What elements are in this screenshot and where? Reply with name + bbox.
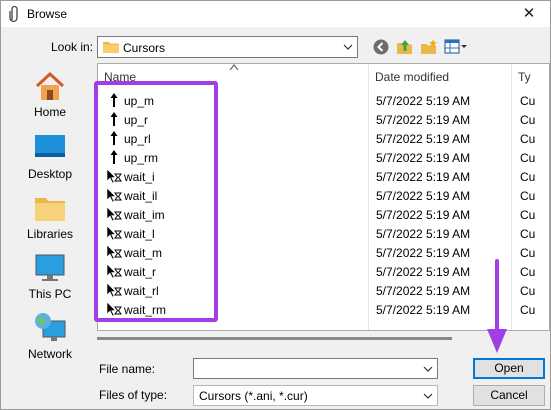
file-date: 5/7/2022 5:19 AM [376, 208, 471, 222]
file-name-input[interactable] [193, 358, 438, 379]
file-date: 5/7/2022 5:19 AM [376, 189, 471, 203]
up-folder-icon[interactable] [396, 38, 414, 56]
file-type: Cu [520, 227, 536, 241]
new-folder-icon[interactable] [420, 38, 438, 56]
place-libraries-label: Libraries [26, 227, 74, 241]
place-desktop[interactable]: Desktop [9, 131, 91, 189]
file-date: 5/7/2022 5:19 AM [376, 151, 471, 165]
place-this-pc[interactable]: This PC [9, 251, 91, 309]
look-in-label: Look in: [51, 40, 94, 54]
place-home[interactable]: Home [9, 69, 91, 127]
look-in-value: Cursors [123, 41, 166, 55]
folder-icon [103, 42, 119, 53]
highlight-box [94, 81, 218, 322]
look-in-combo[interactable]: Cursors [97, 36, 358, 58]
back-icon[interactable] [372, 38, 390, 56]
files-of-type-combo[interactable]: Cursors (*.ani, *.cur) [193, 385, 438, 406]
file-date: 5/7/2022 5:19 AM [376, 113, 471, 127]
title-bar: Browse ✕ [1, 1, 550, 27]
file-date: 5/7/2022 5:19 AM [376, 132, 471, 146]
view-menu-icon[interactable] [444, 38, 468, 56]
close-button[interactable]: ✕ [514, 4, 544, 24]
horizontal-scrollbar[interactable] [97, 337, 452, 340]
places-bar: Home Desktop Libraries This PC Network [9, 63, 91, 385]
file-date: 5/7/2022 5:19 AM [376, 170, 471, 184]
chevron-down-icon [343, 44, 353, 50]
desktop-icon [35, 135, 65, 157]
annotation-arrow-icon [487, 259, 507, 353]
place-network[interactable]: Network [9, 311, 91, 369]
paperclip-icon [9, 5, 18, 23]
chevron-down-icon [423, 393, 433, 399]
file-type: Cu [520, 303, 536, 317]
file-type: Cu [520, 284, 536, 298]
file-type: Cu [520, 132, 536, 146]
network-icon [35, 313, 66, 341]
home-icon [35, 71, 65, 100]
files-of-type-value: Cursors (*.ani, *.cur) [199, 389, 308, 403]
place-desktop-label: Desktop [27, 167, 73, 181]
place-network-label: Network [27, 347, 72, 361]
file-type: Cu [520, 208, 536, 222]
file-date: 5/7/2022 5:19 AM [376, 94, 471, 108]
file-date: 5/7/2022 5:19 AM [376, 246, 471, 260]
file-date: 5/7/2022 5:19 AM [376, 227, 471, 241]
file-type: Cu [520, 246, 536, 260]
place-home-label: Home [33, 105, 66, 119]
column-header-type[interactable]: Ty [512, 64, 549, 90]
file-type: Cu [520, 265, 536, 279]
browse-dialog: Browse ✕ Look in: Cursors Home Desktop L… [0, 0, 551, 410]
monitor-icon [35, 254, 65, 281]
place-libraries[interactable]: Libraries [9, 191, 91, 249]
file-type: Cu [520, 170, 536, 184]
window-title: Browse [27, 7, 68, 21]
file-type: Cu [520, 189, 536, 203]
file-type: Cu [520, 151, 536, 165]
file-date: 5/7/2022 5:19 AM [376, 303, 471, 317]
file-type: Cu [520, 94, 536, 108]
file-date: 5/7/2022 5:19 AM [376, 284, 471, 298]
file-name-label: File name: [99, 362, 156, 376]
files-of-type-label: Files of type: [99, 388, 168, 402]
column-header-date[interactable]: Date modified [369, 64, 511, 90]
place-this-pc-label: This PC [28, 287, 72, 301]
chevron-down-icon[interactable] [423, 364, 433, 374]
cancel-button[interactable]: Cancel [473, 385, 545, 406]
file-date: 5/7/2022 5:19 AM [376, 265, 471, 279]
open-button[interactable]: Open [473, 358, 545, 379]
file-type: Cu [520, 113, 536, 127]
libraries-folder-icon [35, 198, 65, 221]
